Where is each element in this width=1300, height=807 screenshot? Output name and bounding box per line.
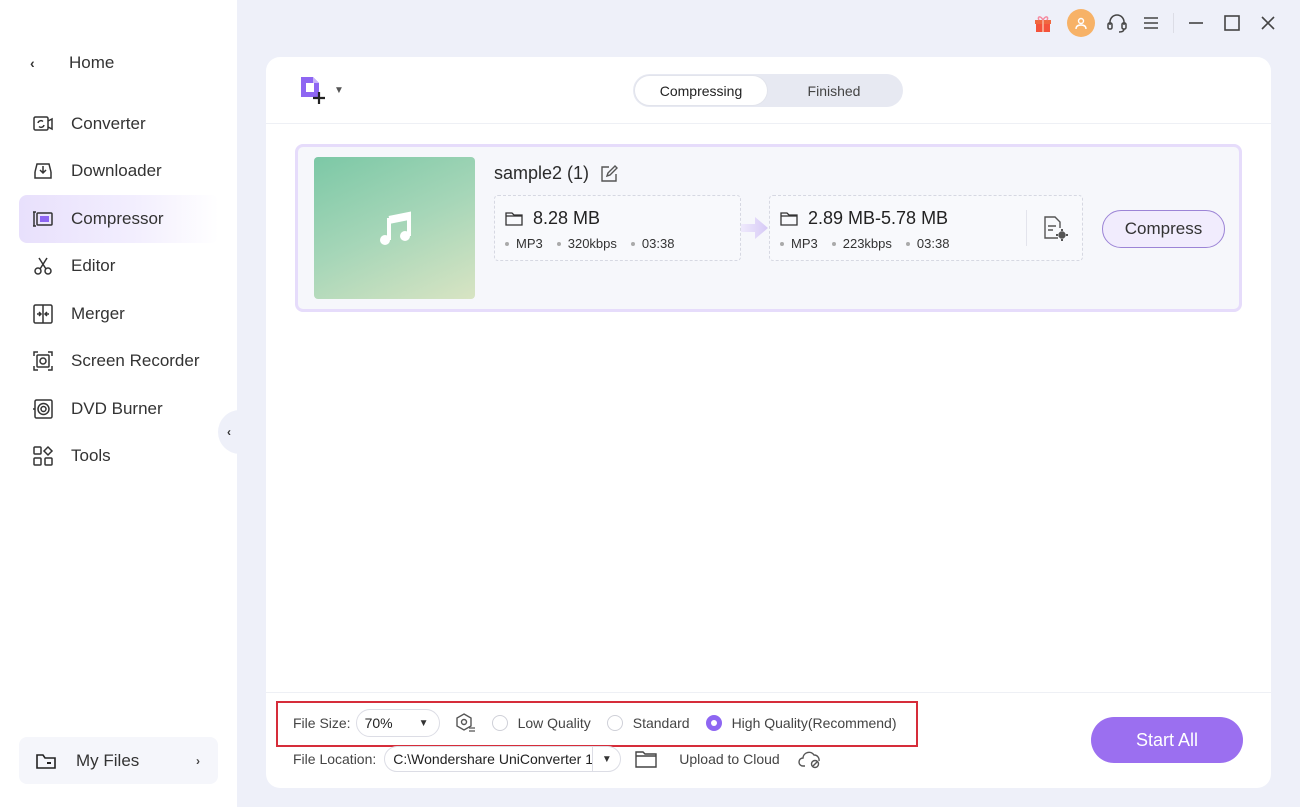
- app-window: ‹ Home Converter Downloader Compressor E…: [0, 0, 1300, 807]
- target-format: MP3: [780, 236, 818, 251]
- file-name-text: sample2 (1): [494, 163, 590, 183]
- sidebar-item-dvd-burner[interactable]: DVD Burner: [19, 385, 219, 433]
- divider: [1026, 210, 1027, 246]
- sidebar-item-label: Converter: [71, 113, 146, 133]
- sidebar-item-label: Merger: [71, 303, 125, 323]
- maximize-icon[interactable]: [1220, 11, 1244, 35]
- file-location-row: File Location: C:\Wondershare UniConvert…: [293, 746, 824, 772]
- arrow-right-icon: [741, 217, 768, 239]
- target-bitrate: 223kbps: [832, 236, 892, 251]
- music-note-icon: [379, 211, 411, 245]
- source-duration: 03:38: [631, 236, 675, 251]
- sidebar-item-label: Downloader: [71, 161, 162, 181]
- user-avatar-icon[interactable]: [1067, 9, 1095, 37]
- converter-icon: [32, 113, 54, 135]
- audio-thumbnail: [314, 157, 475, 299]
- minimize-icon[interactable]: [1184, 11, 1208, 35]
- my-files-button[interactable]: My Files ›: [19, 737, 218, 784]
- file-location-label: File Location:: [293, 751, 377, 767]
- sidebar-item-converter[interactable]: Converter: [19, 100, 219, 148]
- main-header: ▼ Compressing Finished: [266, 57, 1271, 124]
- upload-to-cloud-link[interactable]: Upload to Cloud: [679, 751, 779, 767]
- source-size: 8.28 MB: [533, 208, 601, 228]
- radio-indicator: [705, 715, 722, 731]
- folder-open-icon: [36, 752, 56, 770]
- radio-indicator: [606, 715, 623, 731]
- sidebar-item-compressor[interactable]: Compressor: [19, 195, 219, 243]
- bottom-bar: File Size: 70% ▼ Low Quality Standard Hi…: [266, 692, 1271, 788]
- gift-icon[interactable]: [1031, 11, 1055, 35]
- scissors-icon: [32, 255, 54, 277]
- sidebar-item-tools[interactable]: Tools: [19, 433, 219, 481]
- start-all-button[interactable]: Start All: [1091, 717, 1243, 763]
- chevron-down-icon[interactable]: ▼: [334, 85, 344, 96]
- back-chevron-icon: ‹: [30, 55, 35, 71]
- file-location-select[interactable]: C:\Wondershare UniConverter 1 ▼: [384, 746, 622, 772]
- screen-recorder-icon: [32, 350, 54, 372]
- chevron-down-icon[interactable]: ▼: [592, 747, 620, 771]
- radio-high-quality[interactable]: High Quality(Recommend): [705, 715, 897, 731]
- radio-label: High Quality(Recommend): [731, 715, 897, 731]
- file-size-label: File Size:: [293, 715, 351, 731]
- sidebar-item-merger[interactable]: Merger: [19, 290, 219, 338]
- tab-compressing[interactable]: Compressing: [635, 76, 767, 105]
- status-tabs: Compressing Finished: [633, 74, 903, 107]
- radio-indicator: [491, 715, 508, 731]
- target-duration: 03:38: [906, 236, 950, 251]
- sidebar-item-label: Compressor: [71, 208, 164, 228]
- target-info: 2.89 MB-5.78 MB MP3 223kbps 03:38: [769, 195, 1083, 261]
- titlebar-divider: [1173, 13, 1174, 33]
- source-bitrate: 320kbps: [557, 236, 617, 251]
- close-icon[interactable]: [1256, 11, 1280, 35]
- cloud-icon[interactable]: [798, 749, 824, 769]
- dvd-icon: [32, 398, 54, 420]
- headset-icon[interactable]: [1105, 11, 1129, 35]
- chevron-down-icon: ▼: [418, 717, 429, 729]
- quality-settings-icon[interactable]: [454, 712, 476, 734]
- folder-icon: [505, 211, 523, 226]
- chevron-left-icon: ‹: [227, 425, 231, 439]
- tools-grid-icon: [32, 445, 54, 467]
- chevron-right-icon: ›: [196, 753, 200, 768]
- radio-low-quality[interactable]: Low Quality: [491, 715, 591, 731]
- add-file-button[interactable]: ▼: [298, 75, 344, 105]
- source-info: 8.28 MB MP3 320kbps 03:38: [494, 195, 741, 261]
- sidebar-item-label: DVD Burner: [71, 398, 163, 418]
- folder-icon: [780, 211, 798, 226]
- sidebar-nav: Converter Downloader Compressor Editor M…: [19, 100, 219, 480]
- sidebar-item-screen-recorder[interactable]: Screen Recorder: [19, 338, 219, 386]
- home-label: Home: [69, 53, 115, 72]
- file-card: sample2 (1) 8.28 MB MP3 320kbps 03:38 2.…: [295, 144, 1242, 312]
- edit-icon[interactable]: [599, 164, 619, 184]
- my-files-label: My Files: [76, 750, 140, 770]
- sidebar-item-label: Editor: [71, 256, 116, 276]
- sidebar: ‹ Home Converter Downloader Compressor E…: [0, 0, 237, 807]
- merger-icon: [32, 303, 54, 325]
- open-folder-icon[interactable]: [635, 750, 657, 768]
- radio-label: Standard: [632, 715, 690, 731]
- sidebar-item-label: Tools: [71, 446, 111, 466]
- sidebar-item-label: Screen Recorder: [71, 351, 200, 371]
- tab-finished[interactable]: Finished: [767, 76, 901, 105]
- radio-label: Low Quality: [517, 715, 591, 731]
- output-settings-icon[interactable]: [1042, 214, 1068, 247]
- downloader-icon: [32, 160, 54, 182]
- file-name: sample2 (1): [494, 163, 619, 184]
- file-size-select[interactable]: 70% ▼: [355, 709, 440, 737]
- file-location-value: C:\Wondershare UniConverter 1: [393, 751, 593, 767]
- target-size: 2.89 MB-5.78 MB: [808, 208, 949, 228]
- file-size-row: File Size: 70% ▼ Low Quality Standard Hi…: [293, 709, 905, 737]
- sidebar-item-editor[interactable]: Editor: [19, 243, 219, 291]
- add-file-icon: [298, 75, 328, 105]
- title-bar: [1031, 0, 1280, 46]
- source-format: MP3: [505, 236, 543, 251]
- compressor-icon: [32, 208, 54, 230]
- compress-button[interactable]: Compress: [1102, 210, 1225, 248]
- menu-icon[interactable]: [1139, 11, 1163, 35]
- home-link[interactable]: ‹ Home: [30, 50, 114, 76]
- main-panel: ▼ Compressing Finished sample2 (1) 8.28 …: [266, 57, 1271, 788]
- file-size-value: 70%: [364, 715, 393, 731]
- radio-standard[interactable]: Standard: [606, 715, 690, 731]
- sidebar-item-downloader[interactable]: Downloader: [19, 148, 219, 196]
